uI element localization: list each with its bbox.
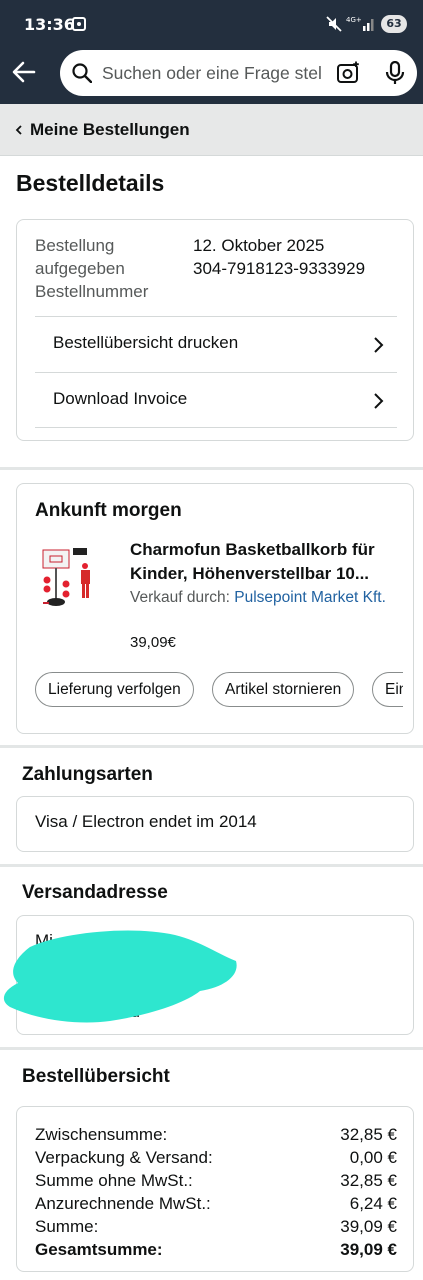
app-header [0, 50, 423, 104]
section-divider [0, 864, 423, 867]
product-image[interactable] [41, 544, 105, 608]
cancel-item-button[interactable]: Artikel stornieren [212, 672, 355, 707]
shipment-status: Ankunft morgen [35, 500, 182, 521]
microphone-icon[interactable] [384, 61, 406, 85]
search-icon [72, 63, 92, 83]
track-delivery-button[interactable]: Lieferung verfolgen [35, 672, 194, 707]
summary-row: Summe: 39,09 € [35, 1215, 397, 1238]
camera-scan-icon[interactable] [336, 61, 360, 85]
download-invoice-button[interactable]: Download Invoice [35, 372, 397, 428]
section-divider [0, 745, 423, 748]
summary-table: Zwischensumme: 32,85 € Verpackung & Vers… [35, 1123, 397, 1261]
screen-record-icon [72, 17, 86, 31]
payment-heading: Zahlungsarten [22, 764, 153, 785]
product-price: 39,09€ [130, 634, 176, 651]
summary-row: Summe ohne MwSt.: 32,85 € [35, 1169, 397, 1192]
chevron-right-icon [374, 337, 384, 353]
divider [35, 427, 397, 428]
shipment-actions: Lieferung verfolgen Artikel stornieren E… [35, 672, 403, 708]
search-input[interactable] [102, 50, 322, 96]
summary-value: 39,09 € [340, 1217, 397, 1236]
shipment-card: Ankunft morgen Charmofun Basketballkorb … [16, 483, 414, 734]
status-time: 13:36 [24, 15, 75, 34]
back-arrow-icon[interactable] [10, 58, 38, 86]
order-number: 304-7918123-9333929 [193, 259, 366, 278]
seller-prefix: Verkauf durch: [130, 589, 235, 606]
battery-indicator: 63 [381, 15, 407, 33]
signal-icon [363, 19, 374, 31]
page-title: Bestelldetails [16, 170, 165, 196]
summary-row: Anzurechnende MwSt.: 6,24 € [35, 1192, 397, 1215]
mute-icon [326, 16, 342, 32]
print-summary-button[interactable]: Bestellübersicht drucken [35, 316, 397, 372]
order-info-label: Bestellung aufgegeben Bestellnummer [35, 236, 149, 301]
summary-label: Anzurechnende MwSt.: [35, 1194, 211, 1213]
order-summary-card: Zwischensumme: 32,85 € Verpackung & Vers… [16, 1106, 414, 1272]
summary-total-row: Gesamtsumme: 39,09 € [35, 1238, 397, 1261]
print-summary-label: Bestellübersicht drucken [53, 333, 239, 352]
chevron-left-icon [15, 124, 22, 135]
summary-value: 6,24 € [349, 1194, 397, 1213]
address-redaction [3, 930, 237, 1023]
summary-row: Zwischensumme: 32,85 € [35, 1123, 397, 1146]
section-divider [0, 467, 423, 470]
total-label: Gesamtsumme: [35, 1240, 163, 1259]
total-value: 39,09 € [340, 1240, 397, 1259]
summary-label: Verpackung & Versand: [35, 1148, 213, 1167]
seller-link[interactable]: Pulsepoint Market Kft. [234, 589, 386, 606]
summary-value: 32,85 € [340, 1125, 397, 1144]
shipping-address-heading: Versandadresse [22, 882, 168, 903]
order-summary-heading: Bestellübersicht [22, 1066, 170, 1087]
order-info-card: Bestellung aufgegeben Bestellnummer 12. … [16, 219, 414, 441]
more-action-button[interactable]: Ein [372, 672, 403, 707]
chevron-right-icon [374, 393, 384, 409]
breadcrumb-label[interactable]: Meine Bestellungen [30, 120, 190, 140]
summary-label: Summe: [35, 1217, 99, 1236]
payment-card: Visa / Electron endet im 2014 [16, 796, 414, 852]
summary-label: Summe ohne MwSt.: [35, 1171, 193, 1190]
summary-value: 0,00 € [349, 1148, 397, 1167]
order-date: 12. Oktober 2025 [193, 236, 325, 255]
payment-method: Visa / Electron endet im 2014 [35, 812, 257, 831]
summary-value: 32,85 € [340, 1171, 397, 1190]
product-name-link[interactable]: Charmofun Basketballkorb für Kinder, Höh… [130, 538, 400, 586]
summary-label: Zwischensumme: [35, 1125, 168, 1144]
download-invoice-label: Download Invoice [53, 389, 188, 408]
status-bar: 13:36 4G+ 63 [0, 0, 423, 50]
search-box[interactable] [60, 50, 417, 96]
section-divider [0, 1047, 423, 1050]
breadcrumb[interactable]: Meine Bestellungen [0, 104, 423, 156]
network-type: 4G+ [346, 16, 362, 24]
summary-row: Verpackung & Versand: 0,00 € [35, 1146, 397, 1169]
product-seller: Verkauf durch: Pulsepoint Market Kft. [130, 586, 400, 609]
